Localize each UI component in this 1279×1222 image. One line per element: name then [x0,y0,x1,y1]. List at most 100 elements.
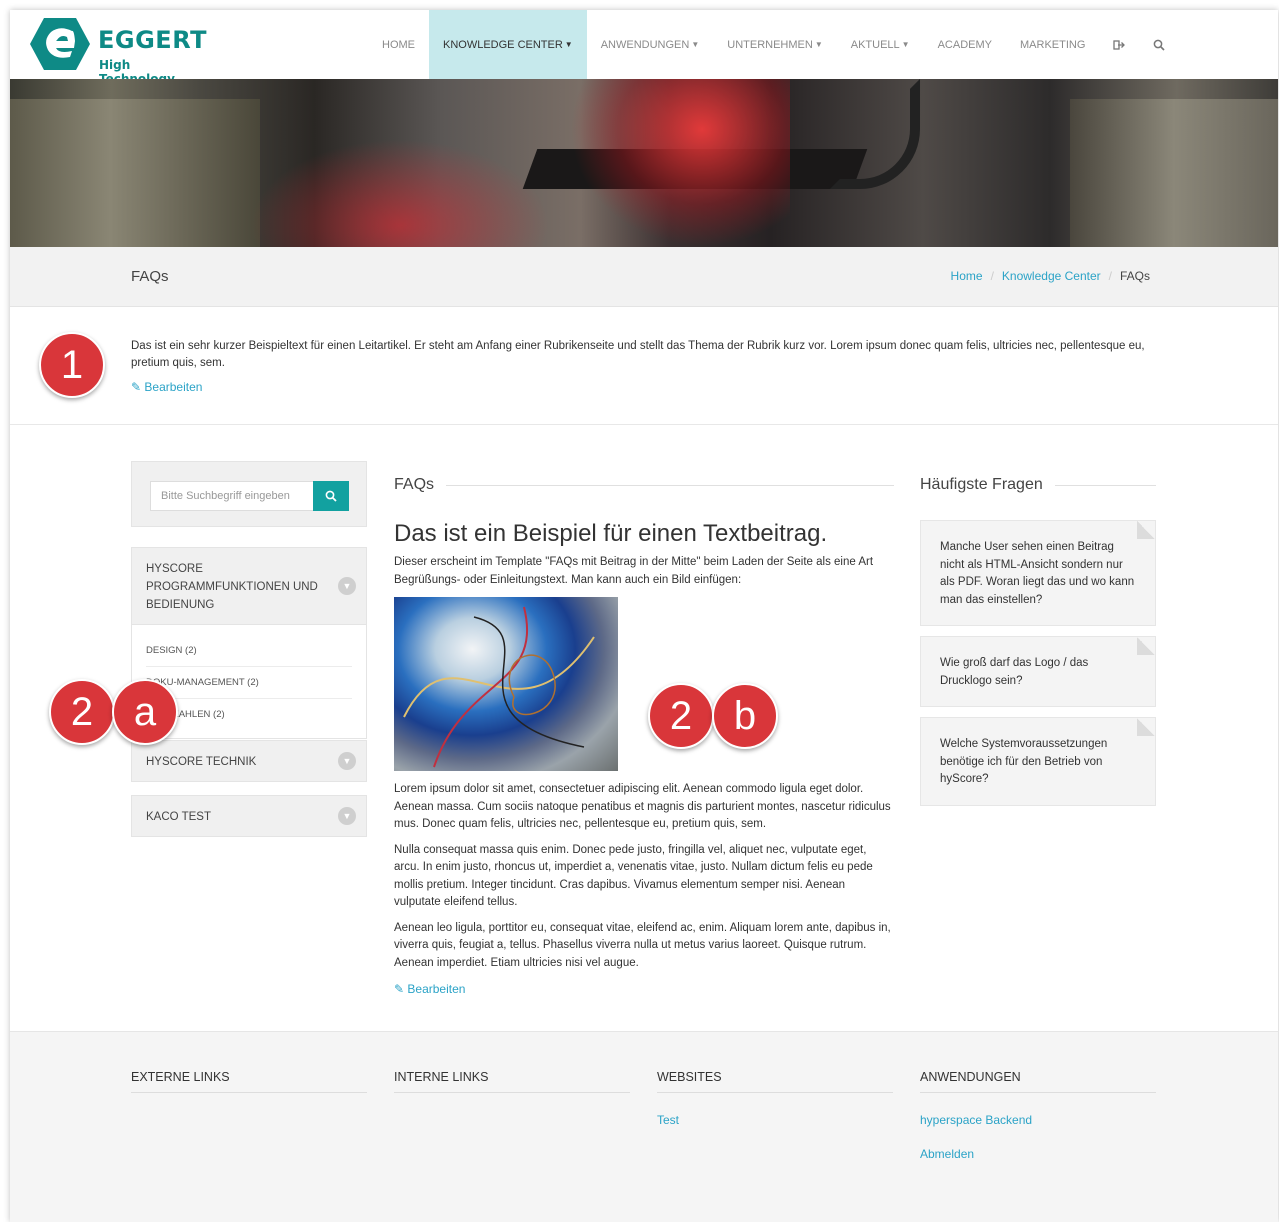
nav-home[interactable]: HOME [368,10,429,79]
chevron-down-icon[interactable]: ▼ [338,752,356,770]
caret-down-icon: ▼ [814,40,823,49]
intro-text: Das ist ein sehr kurzer Beispieltext für… [131,340,1145,369]
intro-edit-link[interactable]: ✎ Bearbeiten [131,380,202,394]
nav-marketing[interactable]: MARKETING [1006,10,1099,79]
footer-link-abmelden[interactable]: Abmelden [920,1147,1156,1161]
nav-academy[interactable]: ACADEMY [924,10,1006,79]
accordion-group-technik: HYSCORE TECHNIK ▼ [131,740,367,782]
breadcrumb-current: FAQs [1119,269,1150,283]
divider [1054,484,1156,486]
logout-icon[interactable] [1099,10,1139,79]
footer-col-interne-links: INTERNE LINKS [394,1070,630,1093]
page-title: FAQs [131,268,169,285]
breadcrumb-separator: / [1108,269,1112,283]
site-header: EGGERT High Technology HOME KNOWLEDGE CE… [10,10,1278,86]
section-title: FAQs [394,476,435,493]
faq-question-text: Wie groß darf das Logo / das Drucklogo s… [940,657,1089,687]
hero-tube [830,79,920,189]
accordion-header-label: HYSCORE TECHNIK [146,756,257,768]
breadcrumb-knowledge-center[interactable]: Knowledge Center [1002,269,1101,283]
footer-col-anwendungen: ANWENDUNGEN hyperspace Backend Abmelden [920,1070,1156,1161]
nav-anwendungen[interactable]: ANWENDUNGEN ▼ [587,10,714,79]
sidebar-search-box: Bitte Suchbegriff eingeben [131,461,367,527]
article-paragraph: Lorem ipsum dolor sit amet, consectetuer… [394,783,891,830]
footer-link-test[interactable]: Test [657,1113,893,1127]
footer-col-title: EXTERNE LINKS [131,1070,367,1093]
dog-ear-corner [1137,637,1155,655]
faq-question-text: Welche Systemvoraussetzungen benötige ic… [940,738,1108,785]
article-heading: Das ist ein Beispiel für einen Textbeitr… [394,520,828,547]
accordion-sub-item[interactable]: DOKU-MANAGEMENT (2) [146,667,352,699]
page-frame: EGGERT High Technology HOME KNOWLEDGE CE… [10,10,1278,1222]
nav-academy-label: ACADEMY [937,38,992,51]
annotation-badge-1: 1 [39,332,105,398]
page-title-bar: FAQs Home / Knowledge Center / FAQs [10,247,1278,307]
annotation-badge-2b-number: 2 [648,683,714,749]
accordion-header[interactable]: KACO TEST ▼ [132,796,366,836]
accordion-header[interactable]: HYSCORE TECHNIK ▼ [132,741,366,781]
nav-unternehmen-label: UNTERNEHMEN [727,38,813,51]
article-edit-link[interactable]: ✎ Bearbeiten [394,982,465,996]
caret-down-icon: ▼ [564,40,573,49]
faq-question-text: Manche User sehen einen Beitrag nicht al… [940,541,1135,606]
article-paragraph: Nulla consequat massa quis enim. Donec p… [394,843,873,909]
breadcrumb: Home / Knowledge Center / FAQs [951,269,1150,283]
footer-col-title: ANWENDUNGEN [920,1070,1156,1093]
section-header: FAQs [394,476,894,494]
logo[interactable]: EGGERT High Technology [30,18,210,86]
footer-col-websites: WEBSITES Test [657,1070,893,1127]
article-paragraph: Aenean leo ligula, porttitor eu, consequ… [394,921,891,969]
accordion-header[interactable]: HYSCORE PROGRAMMFUNKTIONEN UND BEDIENUNG… [132,548,366,624]
faq-sidebar: Häufigste Fragen Manche User sehen einen… [920,476,1156,816]
search-icon[interactable] [1139,10,1179,79]
article-lead: Dieser erscheint im Template "FAQs mit B… [394,556,874,586]
nav-knowledge-center-label: KNOWLEDGE CENTER [443,38,563,51]
footer-col-externe-links: EXTERNE LINKS [131,1070,367,1093]
faq-sidebar-title: Häufigste Fragen [920,476,1043,493]
chevron-down-icon[interactable]: ▼ [338,577,356,595]
accordion-header-label: HYSCORE PROGRAMMFUNKTIONEN UND BEDIENUNG [146,563,318,611]
caret-down-icon: ▼ [901,40,910,49]
article-edit-label: Bearbeiten [407,982,466,996]
breadcrumb-separator: / [990,269,994,283]
nav-aktuell-label: AKTUELL [850,38,900,51]
search-button[interactable] [313,481,349,511]
intro-section: Das ist ein sehr kurzer Beispieltext für… [10,307,1278,425]
nav-marketing-label: MARKETING [1020,38,1086,51]
faq-question-card[interactable]: Welche Systemvoraussetzungen benötige ic… [920,717,1156,806]
divider [446,484,894,486]
intro-edit-label: Bearbeiten [144,380,203,394]
main-content: FAQs Das ist ein Beispiel für einen Text… [394,476,894,998]
footer-link-hyperspace-backend[interactable]: hyperspace Backend [920,1113,1156,1127]
dog-ear-corner [1137,718,1155,736]
annotation-badge-2b-letter: b [712,683,778,749]
dog-ear-corner [1137,521,1155,539]
accordion-header-label: KACO TEST [146,811,211,823]
nav-home-label: HOME [382,38,415,51]
nav-unternehmen[interactable]: UNTERNEHMEN ▼ [713,10,836,79]
eggert-logo-icon [30,18,90,70]
edit-icon: ✎ [394,982,408,996]
hero-glow [570,79,790,247]
abstract-wire-image [403,606,595,768]
edit-icon: ✎ [131,380,145,394]
site-footer: EXTERNE LINKS INTERNE LINKS WEBSITES Tes… [10,1031,1278,1222]
hero-glow [250,139,550,247]
accordion-group-kaco: KACO TEST ▼ [131,795,367,837]
annotation-badge-2a-letter: a [112,679,178,745]
hero-machine-part [1070,99,1278,247]
search-icon [325,490,337,502]
faq-question-card[interactable]: Wie groß darf das Logo / das Drucklogo s… [920,636,1156,707]
breadcrumb-home[interactable]: Home [951,269,983,283]
nav-knowledge-center[interactable]: KNOWLEDGE CENTER ▼ [429,10,587,79]
faq-question-card[interactable]: Manche User sehen einen Beitrag nicht al… [920,520,1156,626]
logo-title: EGGERT [98,26,207,54]
nav-aktuell[interactable]: AKTUELL ▼ [837,10,924,79]
chevron-down-icon[interactable]: ▼ [338,807,356,825]
accordion-sub-item[interactable]: DESIGN (2) [146,635,352,667]
search-input[interactable]: Bitte Suchbegriff eingeben [150,481,315,511]
section-header: Häufigste Fragen [920,476,1156,494]
footer-col-title: INTERNE LINKS [394,1070,630,1093]
caret-down-icon: ▼ [691,40,700,49]
nav-anwendungen-label: ANWENDUNGEN [600,38,690,51]
